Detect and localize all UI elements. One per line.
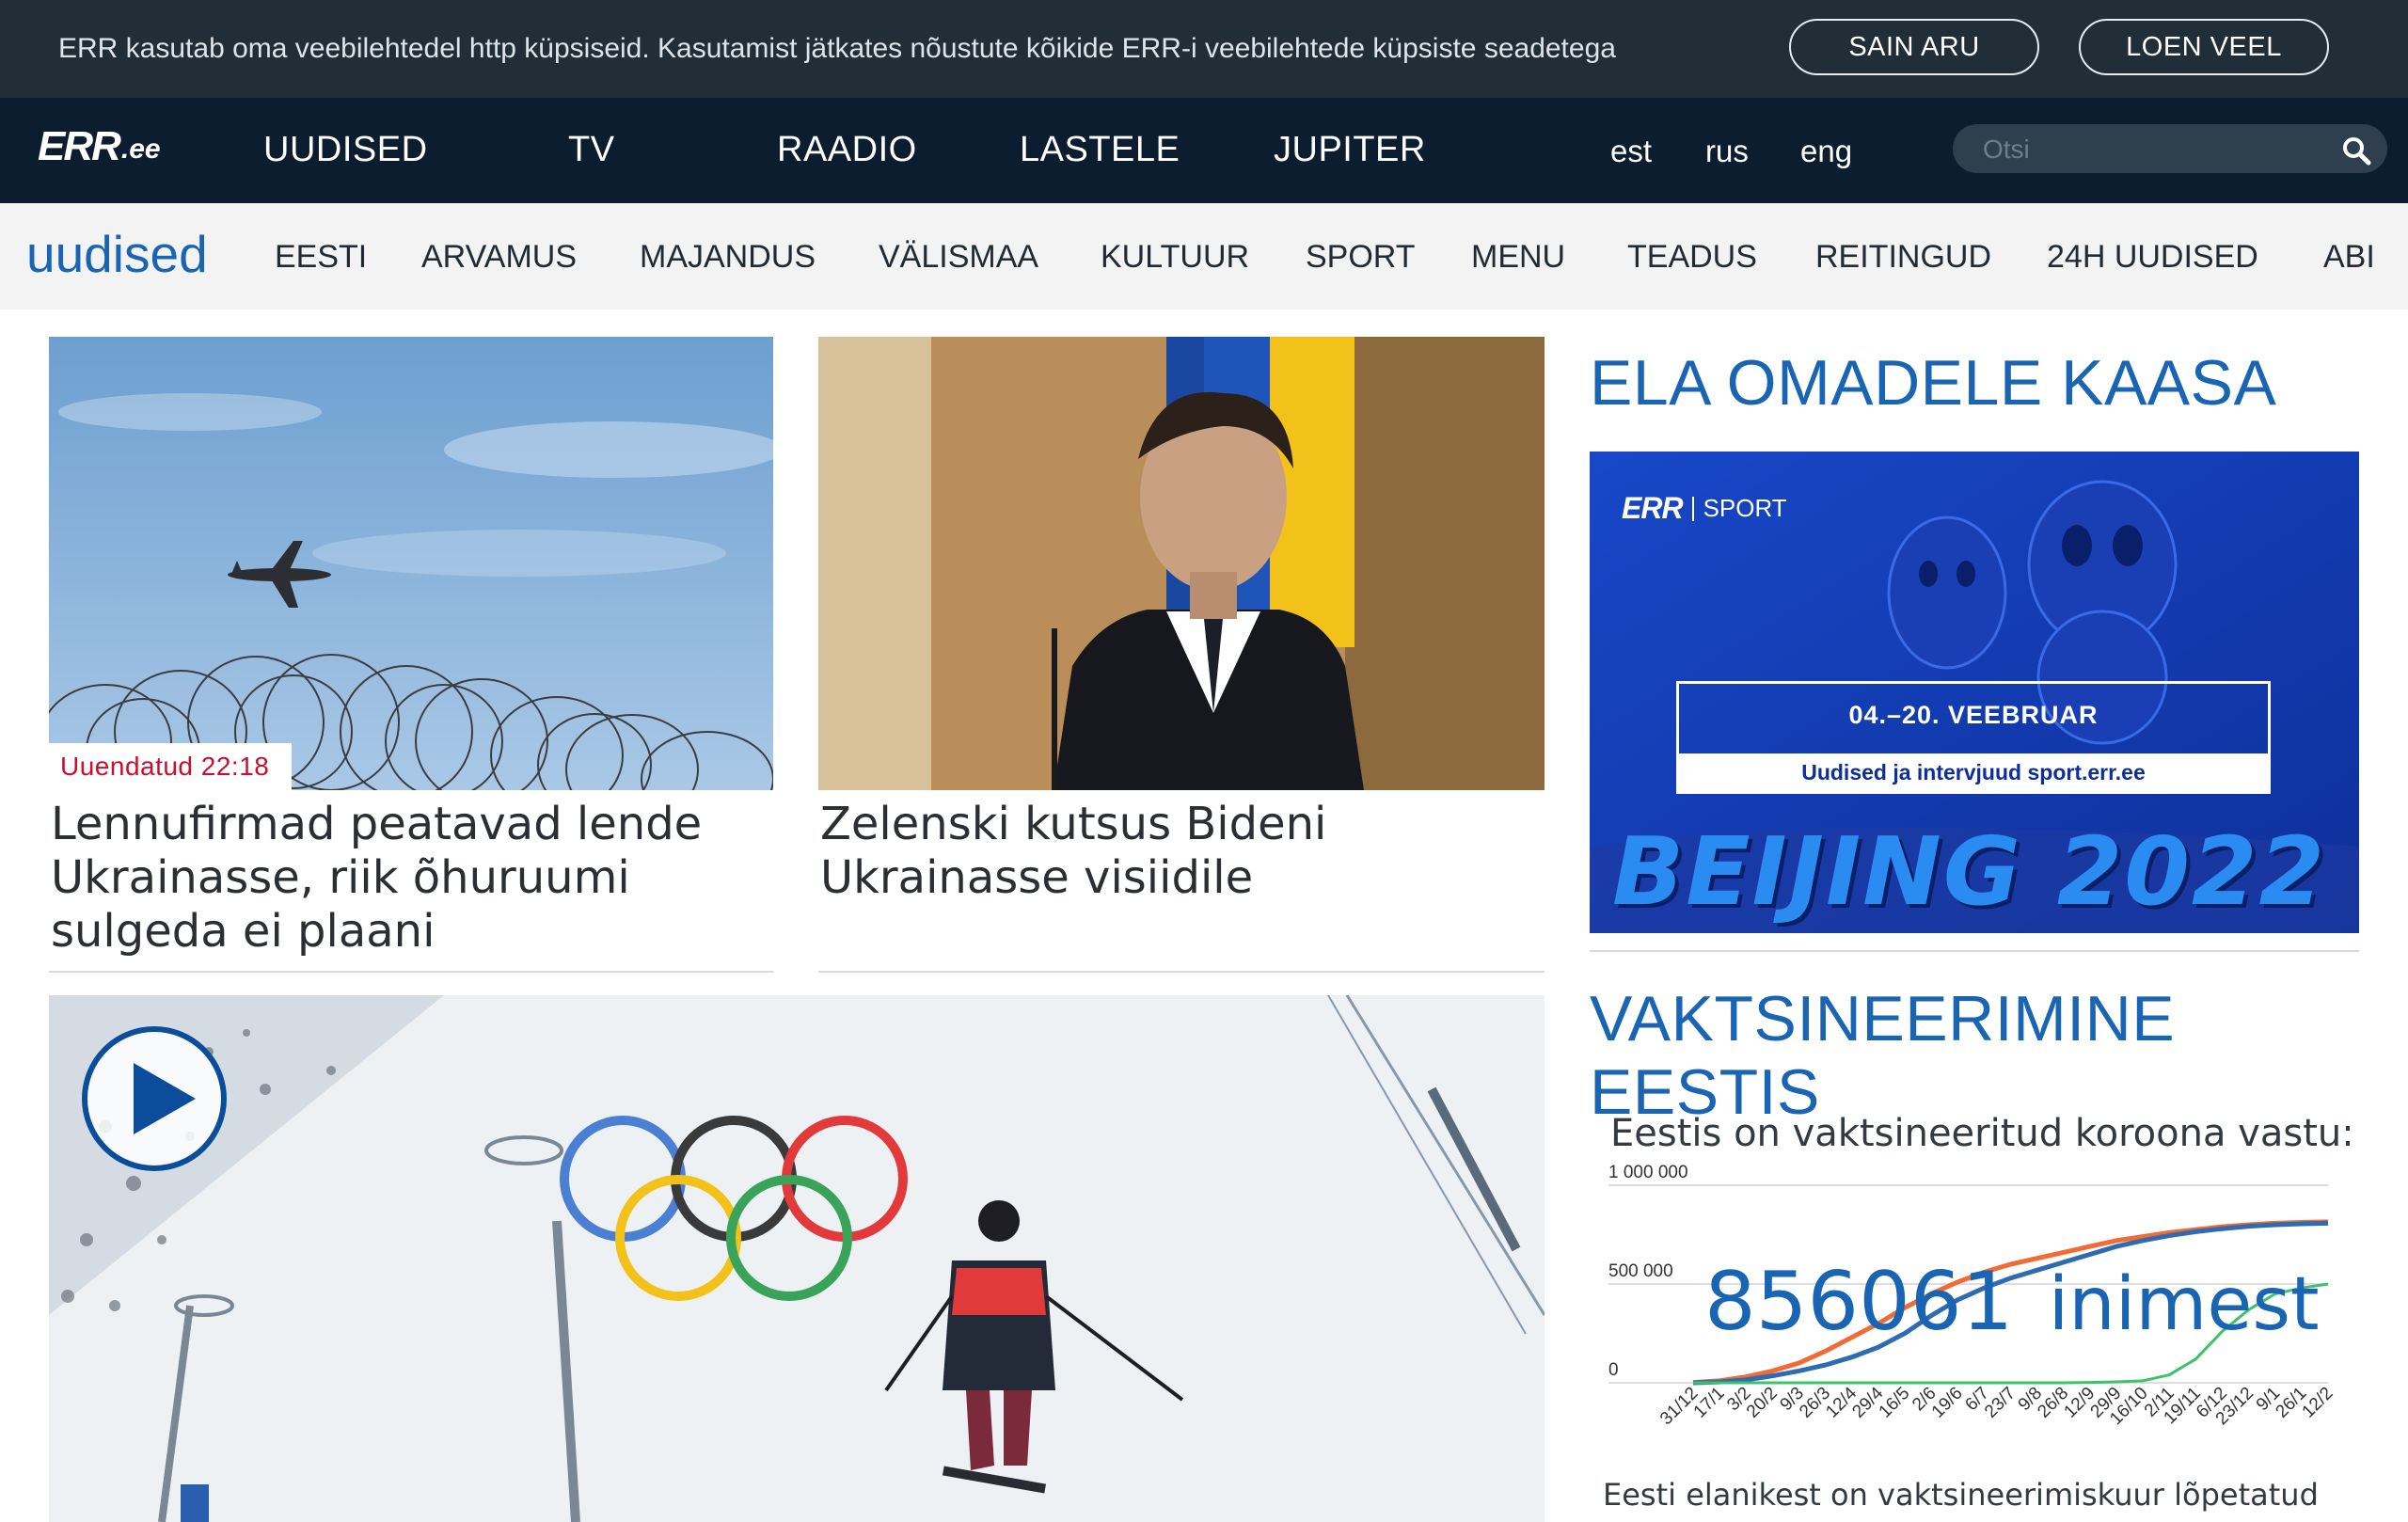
ad-brand: ERR SPORT xyxy=(1622,491,1787,526)
search-box xyxy=(1953,124,2387,173)
logo-suffix: .ee xyxy=(120,134,161,165)
subnav-item-24h-uudised[interactable]: 24H UUDISED xyxy=(2047,239,2258,276)
subnav-item-eesti[interactable]: EESTI xyxy=(275,239,367,276)
vaccination-footer-text: Eesti elanikest on vaktsineerimiskuur lõ… xyxy=(1603,1477,2319,1513)
subnav-item-teadus[interactable]: TEADUS xyxy=(1627,239,1757,276)
sidebar-heading-vaktsineerimine: VAKTSINEERIMINE EESTIS xyxy=(1590,983,2176,1128)
search-input[interactable] xyxy=(1981,132,2342,167)
ad-info-box: 04.–20. VEEBRUAR Uudised ja intervjuud s… xyxy=(1676,681,2271,794)
chart-x-tick-label: 19/6 xyxy=(1928,1384,1967,1422)
cookie-consent-bar: ERR kasutab oma veebilehtedel http küpsi… xyxy=(0,0,2408,98)
ad-dates: 04.–20. VEEBRUAR xyxy=(1848,701,2099,729)
sidebar-heading-ela-omadele-kaasa: ELA OMADELE KAASA xyxy=(1590,347,2277,419)
updated-badge: Uuendatud 22:18 xyxy=(49,743,292,790)
article-divider xyxy=(818,971,1545,973)
nav-item-uudised[interactable]: UUDISED xyxy=(263,130,428,170)
article-image-portrait[interactable] xyxy=(818,337,1545,790)
ad-tagline: Uudised ja intervjuud sport.err.ee xyxy=(1679,753,2268,791)
chart-y-tick-label: 500 000 xyxy=(1608,1261,1673,1281)
article-headline[interactable]: Lennufirmad peatavad lende Ukrainasse, r… xyxy=(51,798,747,959)
subnav-item-abi[interactable]: ABI xyxy=(2323,239,2375,276)
cookie-read-more-button[interactable]: LOEN VEEL xyxy=(2079,19,2329,75)
subnav-item-majandus[interactable]: MAJANDUS xyxy=(640,239,816,276)
logo-mark: ERR xyxy=(38,123,121,169)
sidebar-divider xyxy=(1590,950,2359,952)
subnav-item-valismaa[interactable]: VÄLISMAA xyxy=(879,239,1038,276)
nav-item-raadio[interactable]: RAADIO xyxy=(777,130,917,170)
article-headline[interactable]: Zelenski kutsus Bideni Ukrainasse visiid… xyxy=(820,798,1516,905)
ad-brand-section: SPORT xyxy=(1703,494,1787,522)
chart-x-tick-label: 17/1 xyxy=(1690,1384,1729,1422)
article-image-skier[interactable] xyxy=(49,995,1545,1522)
chart-x-tick-label: 12/2 xyxy=(2299,1384,2337,1422)
nav-item-lastele[interactable]: LASTELE xyxy=(1020,130,1180,170)
cookie-notice-text: ERR kasutab oma veebilehtedel http küpsi… xyxy=(58,33,1616,64)
vaccination-count-unit: inimest xyxy=(2048,1262,2320,1347)
chart-x-tick-label: 16/5 xyxy=(1876,1384,1914,1422)
chart-x-tick-label: 20/2 xyxy=(1743,1384,1782,1422)
article-divider xyxy=(49,971,773,973)
subnav-item-menu[interactable]: MENU xyxy=(1471,239,1565,276)
section-title[interactable]: uudised xyxy=(26,224,208,284)
play-icon[interactable] xyxy=(79,1023,230,1174)
search-icon[interactable] xyxy=(2340,135,2372,166)
chart-y-tick-label: 1 000 000 xyxy=(1608,1163,1688,1182)
err-logo[interactable]: ERR .ee xyxy=(38,123,161,169)
cookie-accept-button[interactable]: SAIN ARU xyxy=(1789,19,2039,75)
subnav-item-reitingud[interactable]: REITINGUD xyxy=(1815,239,1991,276)
chart-y-tick-label: 0 xyxy=(1608,1360,1619,1380)
language-est[interactable]: est xyxy=(1610,134,1652,169)
subnav-item-sport[interactable]: SPORT xyxy=(1306,239,1416,276)
article-image-airplane[interactable] xyxy=(49,337,773,790)
nav-item-jupiter[interactable]: JUPITER xyxy=(1274,130,1426,170)
vaccination-count-number: 856061 xyxy=(1704,1255,2014,1349)
ad-event-title: BEIJING 2022 xyxy=(1612,816,2327,927)
nav-item-tv[interactable]: TV xyxy=(568,130,615,170)
ad-brand-separator xyxy=(1691,496,1694,521)
language-eng[interactable]: eng xyxy=(1800,134,1852,169)
language-rus[interactable]: rus xyxy=(1705,134,1749,169)
vaccination-intro-text: Eestis on vaktsineeritud koroona vastu: xyxy=(1610,1112,2354,1155)
subnav-item-kultuur[interactable]: KULTUUR xyxy=(1101,239,1249,276)
chart-x-tick-label: 23/7 xyxy=(1981,1384,2020,1422)
ad-brand-logo: ERR xyxy=(1622,491,1684,525)
subnav-item-arvamus[interactable]: ARVAMUS xyxy=(421,239,577,276)
vaccination-count: 856061 inimest xyxy=(1704,1255,2320,1349)
